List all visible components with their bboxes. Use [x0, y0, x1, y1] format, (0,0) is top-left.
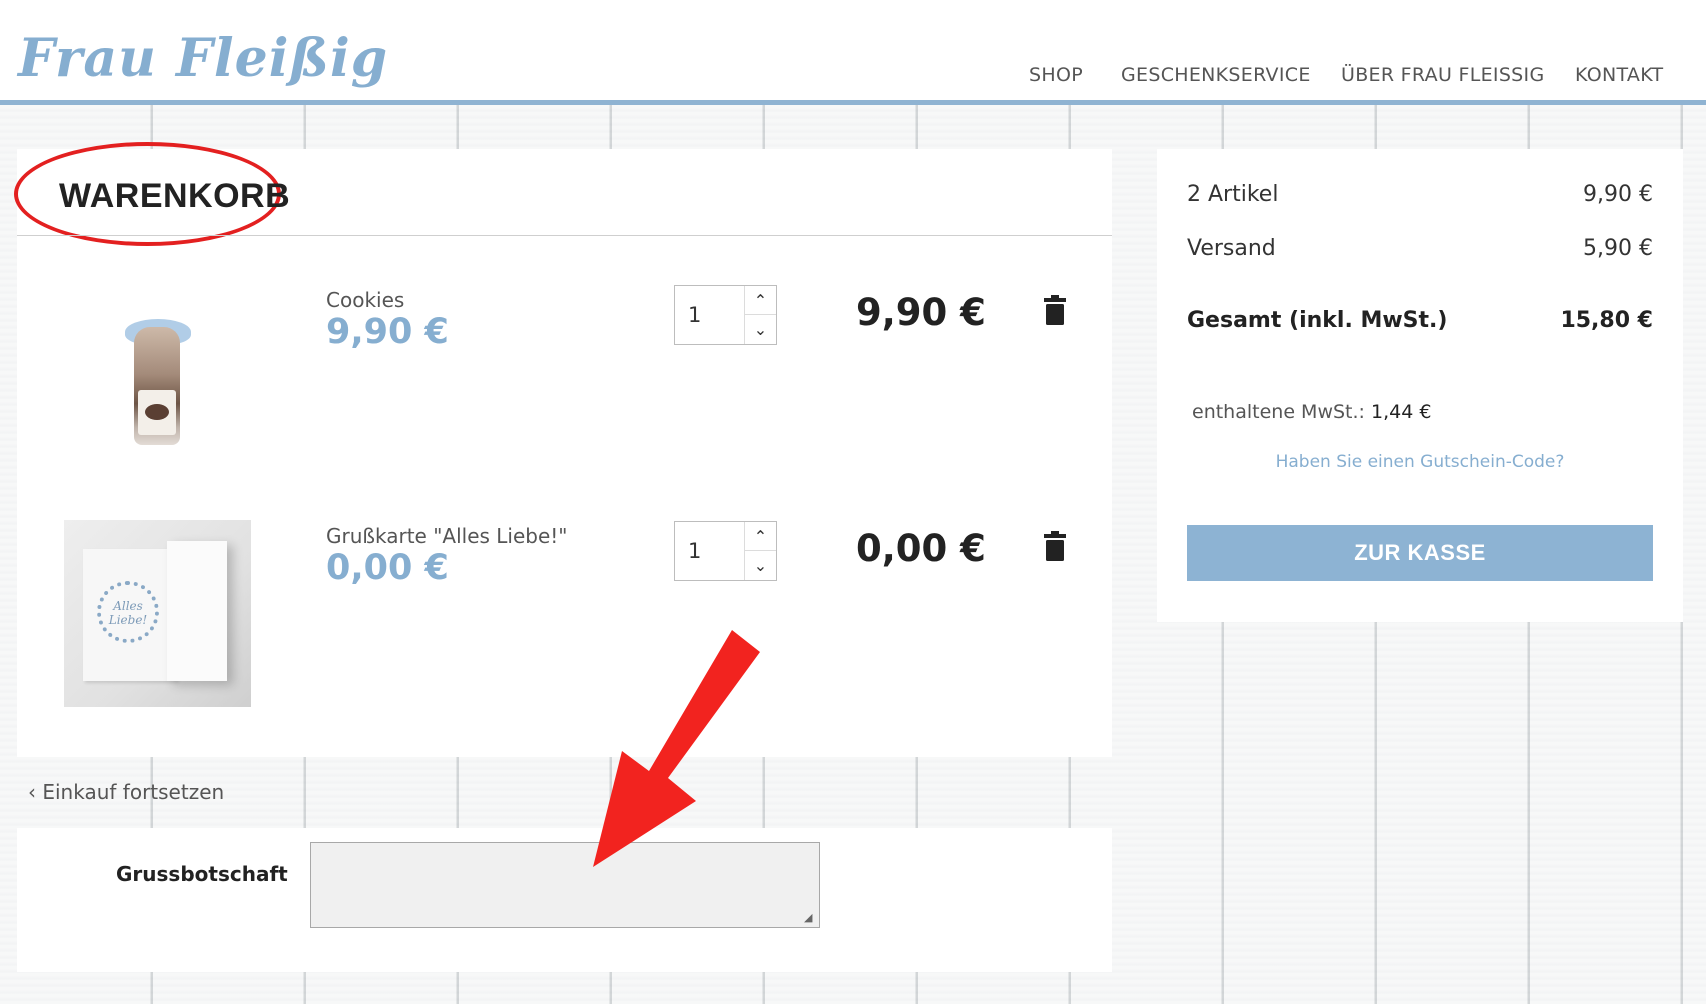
card-wreath-text: Alles Liebe! — [108, 599, 148, 627]
voucher-code-link[interactable]: Haben Sie einen Gutschein-Code? — [1187, 452, 1653, 472]
nav-geschenkservice[interactable]: GESCHENKSERVICE — [1121, 64, 1311, 86]
greeting-message-panel: Grussbotschaft ◢ — [17, 828, 1112, 972]
message-label: Grussbotschaft — [116, 862, 288, 886]
nav-ueber-frau-fleissig[interactable]: ÜBER FRAU FLEISSIG — [1341, 64, 1544, 86]
chevron-up-icon[interactable]: ⌃ — [745, 522, 776, 551]
checkout-button[interactable]: ZUR KASSE — [1187, 525, 1653, 581]
order-summary-panel: 2 Artikel 9,90 € Versand 5,90 € Gesamt (… — [1157, 149, 1683, 622]
card-back — [167, 541, 227, 681]
summary-shipping-value: 5,90 € — [1583, 236, 1653, 261]
vat-value: 1,44 € — [1371, 401, 1432, 423]
summary-items-label: 2 Artikel — [1187, 182, 1279, 207]
item-unit-price: 0,00 € — [326, 548, 449, 588]
item-name[interactable]: Cookies — [326, 288, 404, 312]
item-line-total: 9,90 € — [856, 291, 986, 334]
continue-shopping-link[interactable]: ‹ Einkauf fortsetzen — [28, 780, 224, 804]
nav-kontakt[interactable]: KONTAKT — [1575, 64, 1663, 86]
item-unit-price: 9,90 € — [326, 312, 449, 352]
summary-shipping-label: Versand — [1187, 236, 1276, 261]
site-header: Frau Fleißig SHOP GESCHENKSERVICE ÜBER F… — [0, 0, 1706, 105]
chevron-down-icon[interactable]: ⌄ — [745, 551, 776, 580]
title-divider — [17, 235, 1112, 236]
item-name[interactable]: Grußkarte "Alles Liebe!" — [326, 524, 568, 548]
quantity-value[interactable]: 1 — [688, 303, 701, 327]
quantity-stepper[interactable]: 1 ⌃ ⌄ — [674, 285, 777, 345]
continue-shopping-label: Einkauf fortsetzen — [42, 780, 225, 804]
nav-shop[interactable]: SHOP — [1029, 64, 1083, 86]
vat-info: enthaltene MwSt.: 1,44 € — [1192, 401, 1431, 423]
chevron-up-icon[interactable]: ⌃ — [745, 286, 776, 315]
quantity-arrows: ⌃ ⌄ — [744, 286, 776, 344]
summary-total-label: Gesamt (inkl. MwSt.) — [1187, 308, 1448, 333]
summary-total-value: 15,80 € — [1560, 308, 1653, 333]
vat-label: enthaltene MwSt.: — [1192, 401, 1365, 423]
quantity-value[interactable]: 1 — [688, 539, 701, 563]
quantity-stepper[interactable]: 1 ⌃ ⌄ — [674, 521, 777, 581]
chevron-left-icon: ‹ — [28, 780, 36, 804]
trash-icon[interactable] — [1044, 531, 1066, 561]
page-title: WARENKORB — [59, 177, 291, 215]
trash-icon[interactable] — [1044, 295, 1066, 325]
cart-panel: WARENKORB Cookies 9,90 € 1 ⌃ ⌄ 9,90 € Al… — [14, 142, 1112, 757]
resize-handle-icon[interactable]: ◢ — [804, 912, 816, 924]
red-arrow-annotation — [593, 630, 760, 867]
quantity-arrows: ⌃ ⌄ — [744, 522, 776, 580]
bottle-label-cookies — [145, 404, 169, 420]
summary-items-value: 9,90 € — [1583, 182, 1653, 207]
item-line-total: 0,00 € — [856, 527, 986, 570]
chevron-down-icon[interactable]: ⌄ — [745, 315, 776, 344]
site-logo[interactable]: Frau Fleißig — [18, 28, 388, 89]
